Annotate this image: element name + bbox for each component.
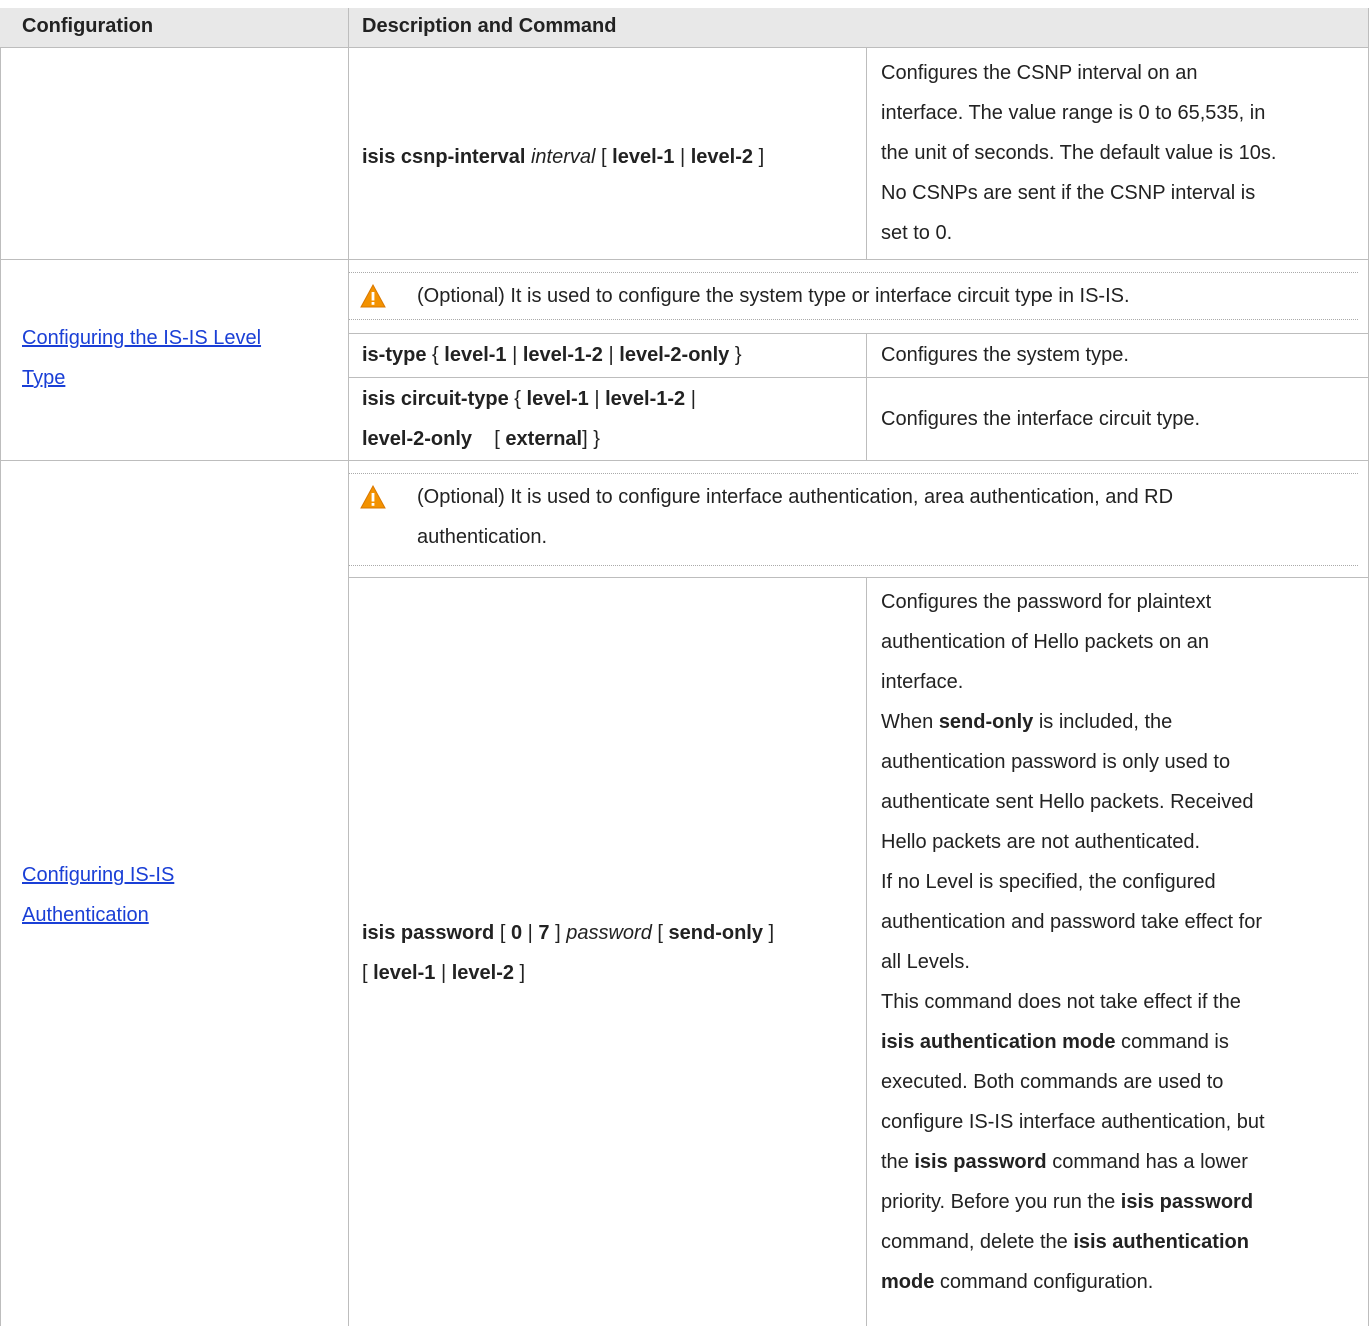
isis-password-command-line1: isis password [ 0 | 7 ] password [ send-… bbox=[362, 922, 775, 944]
warning-icon bbox=[360, 485, 386, 509]
is-type-description: Configures the system type. bbox=[881, 344, 1129, 366]
circuit-type-command-line2: level-2-only [ external] } bbox=[362, 428, 600, 450]
link-configuring-level-type[interactable]: Configuring the IS-IS Level Type bbox=[22, 318, 261, 398]
authentication-note: (Optional) It is used to configure inter… bbox=[417, 486, 1174, 548]
link-configuring-authentication[interactable]: Configuring IS-IS Authentication bbox=[22, 855, 174, 935]
circuit-type-command-line1: isis circuit-type { level-1 | level-1-2 … bbox=[362, 388, 696, 410]
isis-password-description: Configures the password for plaintext au… bbox=[881, 591, 1265, 1293]
csnp-interval-command: isis csnp-interval interval [ level-1 | … bbox=[362, 146, 765, 168]
header-description-command: Description and Command bbox=[362, 15, 617, 37]
table-header bbox=[0, 8, 1369, 47]
circuit-type-description: Configures the interface circuit type. bbox=[881, 408, 1201, 430]
level-type-note: (Optional) It is used to configure the s… bbox=[417, 285, 1130, 307]
is-type-command: is-type { level-1 | level-1-2 | level-2-… bbox=[362, 344, 742, 366]
isis-password-command-line2: [ level-1 | level-2 ] bbox=[362, 962, 526, 984]
warning-icon bbox=[360, 284, 386, 308]
csnp-description: Configures the CSNP interval on an inter… bbox=[881, 62, 1277, 244]
header-configuration: Configuration bbox=[22, 15, 154, 37]
